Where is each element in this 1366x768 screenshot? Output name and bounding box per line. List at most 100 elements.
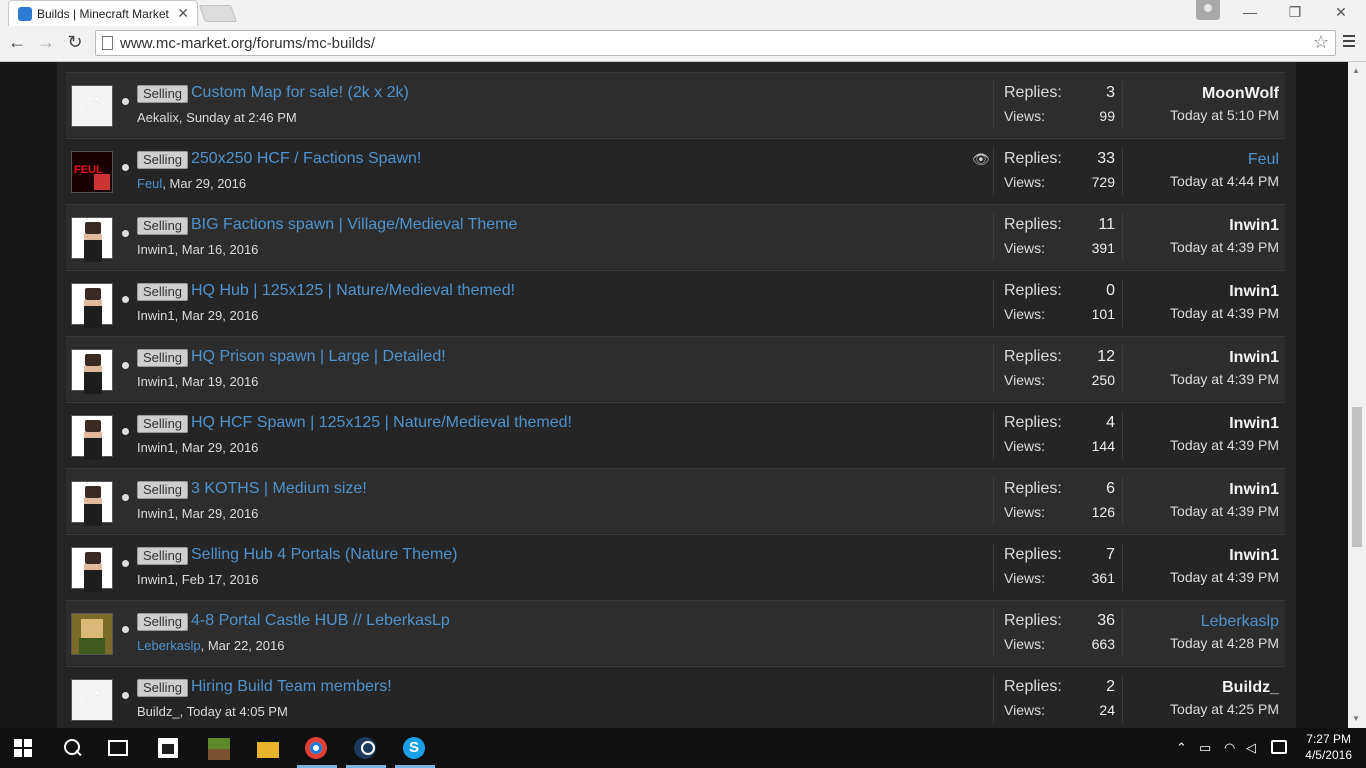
author-link[interactable]: Feul (137, 176, 162, 191)
avatar[interactable] (71, 679, 113, 721)
thread-row[interactable]: Selling HQ Hub | 125x125 | Nature/Medieva… (66, 270, 1285, 335)
bookmark-star-icon[interactable]: ☆ (1313, 32, 1329, 53)
last-poster-link[interactable]: Inwin1 (1229, 481, 1279, 499)
last-post-date[interactable]: Today at 4:39 PM (1170, 503, 1279, 519)
scroll-down-icon[interactable]: ▼ (1352, 714, 1360, 723)
prefix-badge[interactable]: Selling (137, 613, 189, 631)
close-tab-icon[interactable]: ✕ (177, 5, 189, 22)
power-icon[interactable]: ▭ (1199, 740, 1211, 756)
avatar[interactable] (71, 217, 113, 262)
prefix-badge[interactable]: Selling (137, 481, 189, 499)
scroll-up-icon[interactable]: ▲ (1352, 66, 1360, 75)
author-link[interactable]: Inwin1 (137, 506, 175, 521)
last-post-date[interactable]: Today at 4:39 PM (1170, 371, 1279, 387)
reload-icon[interactable]: ↻ (65, 33, 85, 53)
thread-title-link[interactable]: BIG Factions spawn | Village/Medieval Th… (191, 216, 517, 234)
thread-title-link[interactable]: 4-8 Portal Castle HUB // LeberkasLp (191, 612, 450, 630)
thread-row[interactable]: SellingHiring Build Team members! Buildz_… (66, 666, 1285, 728)
skype-icon[interactable] (403, 737, 425, 759)
thread-row[interactable]: Selling BIG Factions spawn | Village/Medi… (66, 204, 1285, 269)
profile-icon[interactable] (1196, 0, 1220, 20)
thread-title-link[interactable]: HQ Hub | 125x125 | Nature/Medieval theme… (191, 282, 515, 300)
last-post-date[interactable]: Today at 4:39 PM (1170, 239, 1279, 255)
thread-row[interactable]: Selling250x250 HCF / Factions Spawn! Feul… (66, 138, 1285, 203)
last-post-date[interactable]: Today at 4:28 PM (1170, 635, 1279, 651)
author-link[interactable]: Aekalix (137, 110, 179, 125)
prefix-badge[interactable]: Selling (137, 547, 189, 565)
thread-title-link[interactable]: HQ Prison spawn | Large | Detailed! (191, 348, 446, 366)
thread-title-link[interactable]: Custom Map for sale! (2k x 2k) (191, 84, 409, 102)
thread-title-link[interactable]: 250x250 HCF / Factions Spawn! (191, 150, 421, 168)
back-arrow-icon[interactable]: ← (7, 33, 27, 53)
browser-tab[interactable]: Builds | Minecraft Market ✕ (8, 0, 198, 26)
url-text[interactable]: www.mc-market.org/forums/mc-builds/ (120, 35, 375, 52)
windows-start-icon[interactable] (14, 739, 32, 757)
thread-row[interactable]: SellingCustom Map for sale! (2k x 2k) Aek… (66, 72, 1285, 137)
last-post-date[interactable]: Today at 4:39 PM (1170, 569, 1279, 585)
author-link[interactable]: Inwin1 (137, 308, 175, 323)
author-link[interactable]: Leberkaslp (137, 638, 201, 653)
network-icon[interactable]: ◠ (1224, 740, 1235, 756)
last-poster-link[interactable]: Buildz_ (1222, 679, 1279, 697)
author-link[interactable]: Inwin1 (137, 440, 175, 455)
last-post-date[interactable]: Today at 4:25 PM (1170, 701, 1279, 717)
last-poster-link[interactable]: Inwin1 (1229, 547, 1279, 565)
store-icon[interactable] (158, 738, 178, 758)
prefix-badge[interactable]: Selling (137, 217, 189, 235)
restore-button[interactable]: ❐ (1272, 2, 1318, 24)
close-window-button[interactable]: ✕ (1318, 2, 1364, 24)
avatar[interactable] (71, 349, 113, 394)
avatar[interactable] (71, 547, 113, 592)
volume-icon[interactable]: ◁ (1246, 740, 1256, 756)
avatar[interactable] (71, 151, 113, 193)
last-post-date[interactable]: Today at 4:44 PM (1170, 173, 1279, 189)
task-view-icon[interactable] (108, 740, 128, 756)
author-link[interactable]: Inwin1 (137, 572, 175, 587)
thread-title-link[interactable]: Hiring Build Team members! (191, 678, 392, 696)
avatar[interactable] (71, 613, 113, 655)
last-poster-link[interactable]: Inwin1 (1229, 217, 1279, 235)
thread-row[interactable]: Selling Selling Hub 4 Portals (Nature The… (66, 534, 1285, 599)
prefix-badge[interactable]: Selling (137, 85, 189, 103)
tray-chevron-icon[interactable]: ⌃ (1176, 740, 1187, 756)
prefix-badge[interactable]: Selling (137, 151, 189, 169)
thread-title-link[interactable]: 3 KOTHS | Medium size! (191, 480, 367, 498)
chrome-icon[interactable] (305, 737, 327, 759)
last-poster-link[interactable]: Feul (1248, 151, 1279, 169)
last-post-date[interactable]: Today at 4:39 PM (1170, 305, 1279, 321)
notification-icon[interactable] (1271, 740, 1287, 754)
new-tab-button[interactable] (198, 5, 238, 22)
last-poster-link[interactable]: Inwin1 (1229, 283, 1279, 301)
prefix-badge[interactable]: Selling (137, 415, 189, 433)
scrollbar-thumb[interactable] (1352, 407, 1362, 547)
last-poster-link[interactable]: Leberkaslp (1201, 613, 1279, 631)
prefix-badge[interactable]: Selling (137, 679, 189, 697)
thread-row[interactable]: Selling 4-8 Portal Castle HUB // Leberkas… (66, 600, 1285, 665)
last-poster-link[interactable]: Inwin1 (1229, 349, 1279, 367)
author-link[interactable]: Buildz_ (137, 704, 180, 719)
author-link[interactable]: Inwin1 (137, 374, 175, 389)
minimize-button[interactable]: — (1227, 2, 1273, 24)
avatar[interactable] (71, 85, 113, 127)
menu-icon[interactable] (1343, 35, 1355, 49)
avatar[interactable] (71, 415, 113, 460)
prefix-badge[interactable]: Selling (137, 349, 189, 367)
file-explorer-icon[interactable] (257, 742, 279, 758)
avatar[interactable] (71, 481, 113, 526)
search-icon[interactable] (61, 736, 85, 760)
avatar[interactable] (71, 283, 113, 328)
thread-title-link[interactable]: HQ HCF Spawn | 125x125 | Nature/Medieval… (191, 414, 572, 432)
author-link[interactable]: Inwin1 (137, 242, 175, 257)
last-post-date[interactable]: Today at 4:39 PM (1170, 437, 1279, 453)
minecraft-icon[interactable] (208, 738, 230, 760)
steam-icon[interactable] (354, 737, 376, 759)
forward-arrow-icon[interactable]: → (36, 33, 56, 53)
scrollbar[interactable]: ▲ ▼ (1348, 62, 1366, 728)
last-poster-link[interactable]: MoonWolf (1202, 85, 1279, 103)
address-bar[interactable]: www.mc-market.org/forums/mc-builds/ ☆ (95, 30, 1336, 56)
last-post-date[interactable]: Today at 5:10 PM (1170, 107, 1279, 123)
thread-title-link[interactable]: Selling Hub 4 Portals (Nature Theme) (191, 546, 458, 564)
last-poster-link[interactable]: Inwin1 (1229, 415, 1279, 433)
thread-row[interactable]: Selling HQ Prison spawn | Large | Detaile… (66, 336, 1285, 401)
prefix-badge[interactable]: Selling (137, 283, 189, 301)
